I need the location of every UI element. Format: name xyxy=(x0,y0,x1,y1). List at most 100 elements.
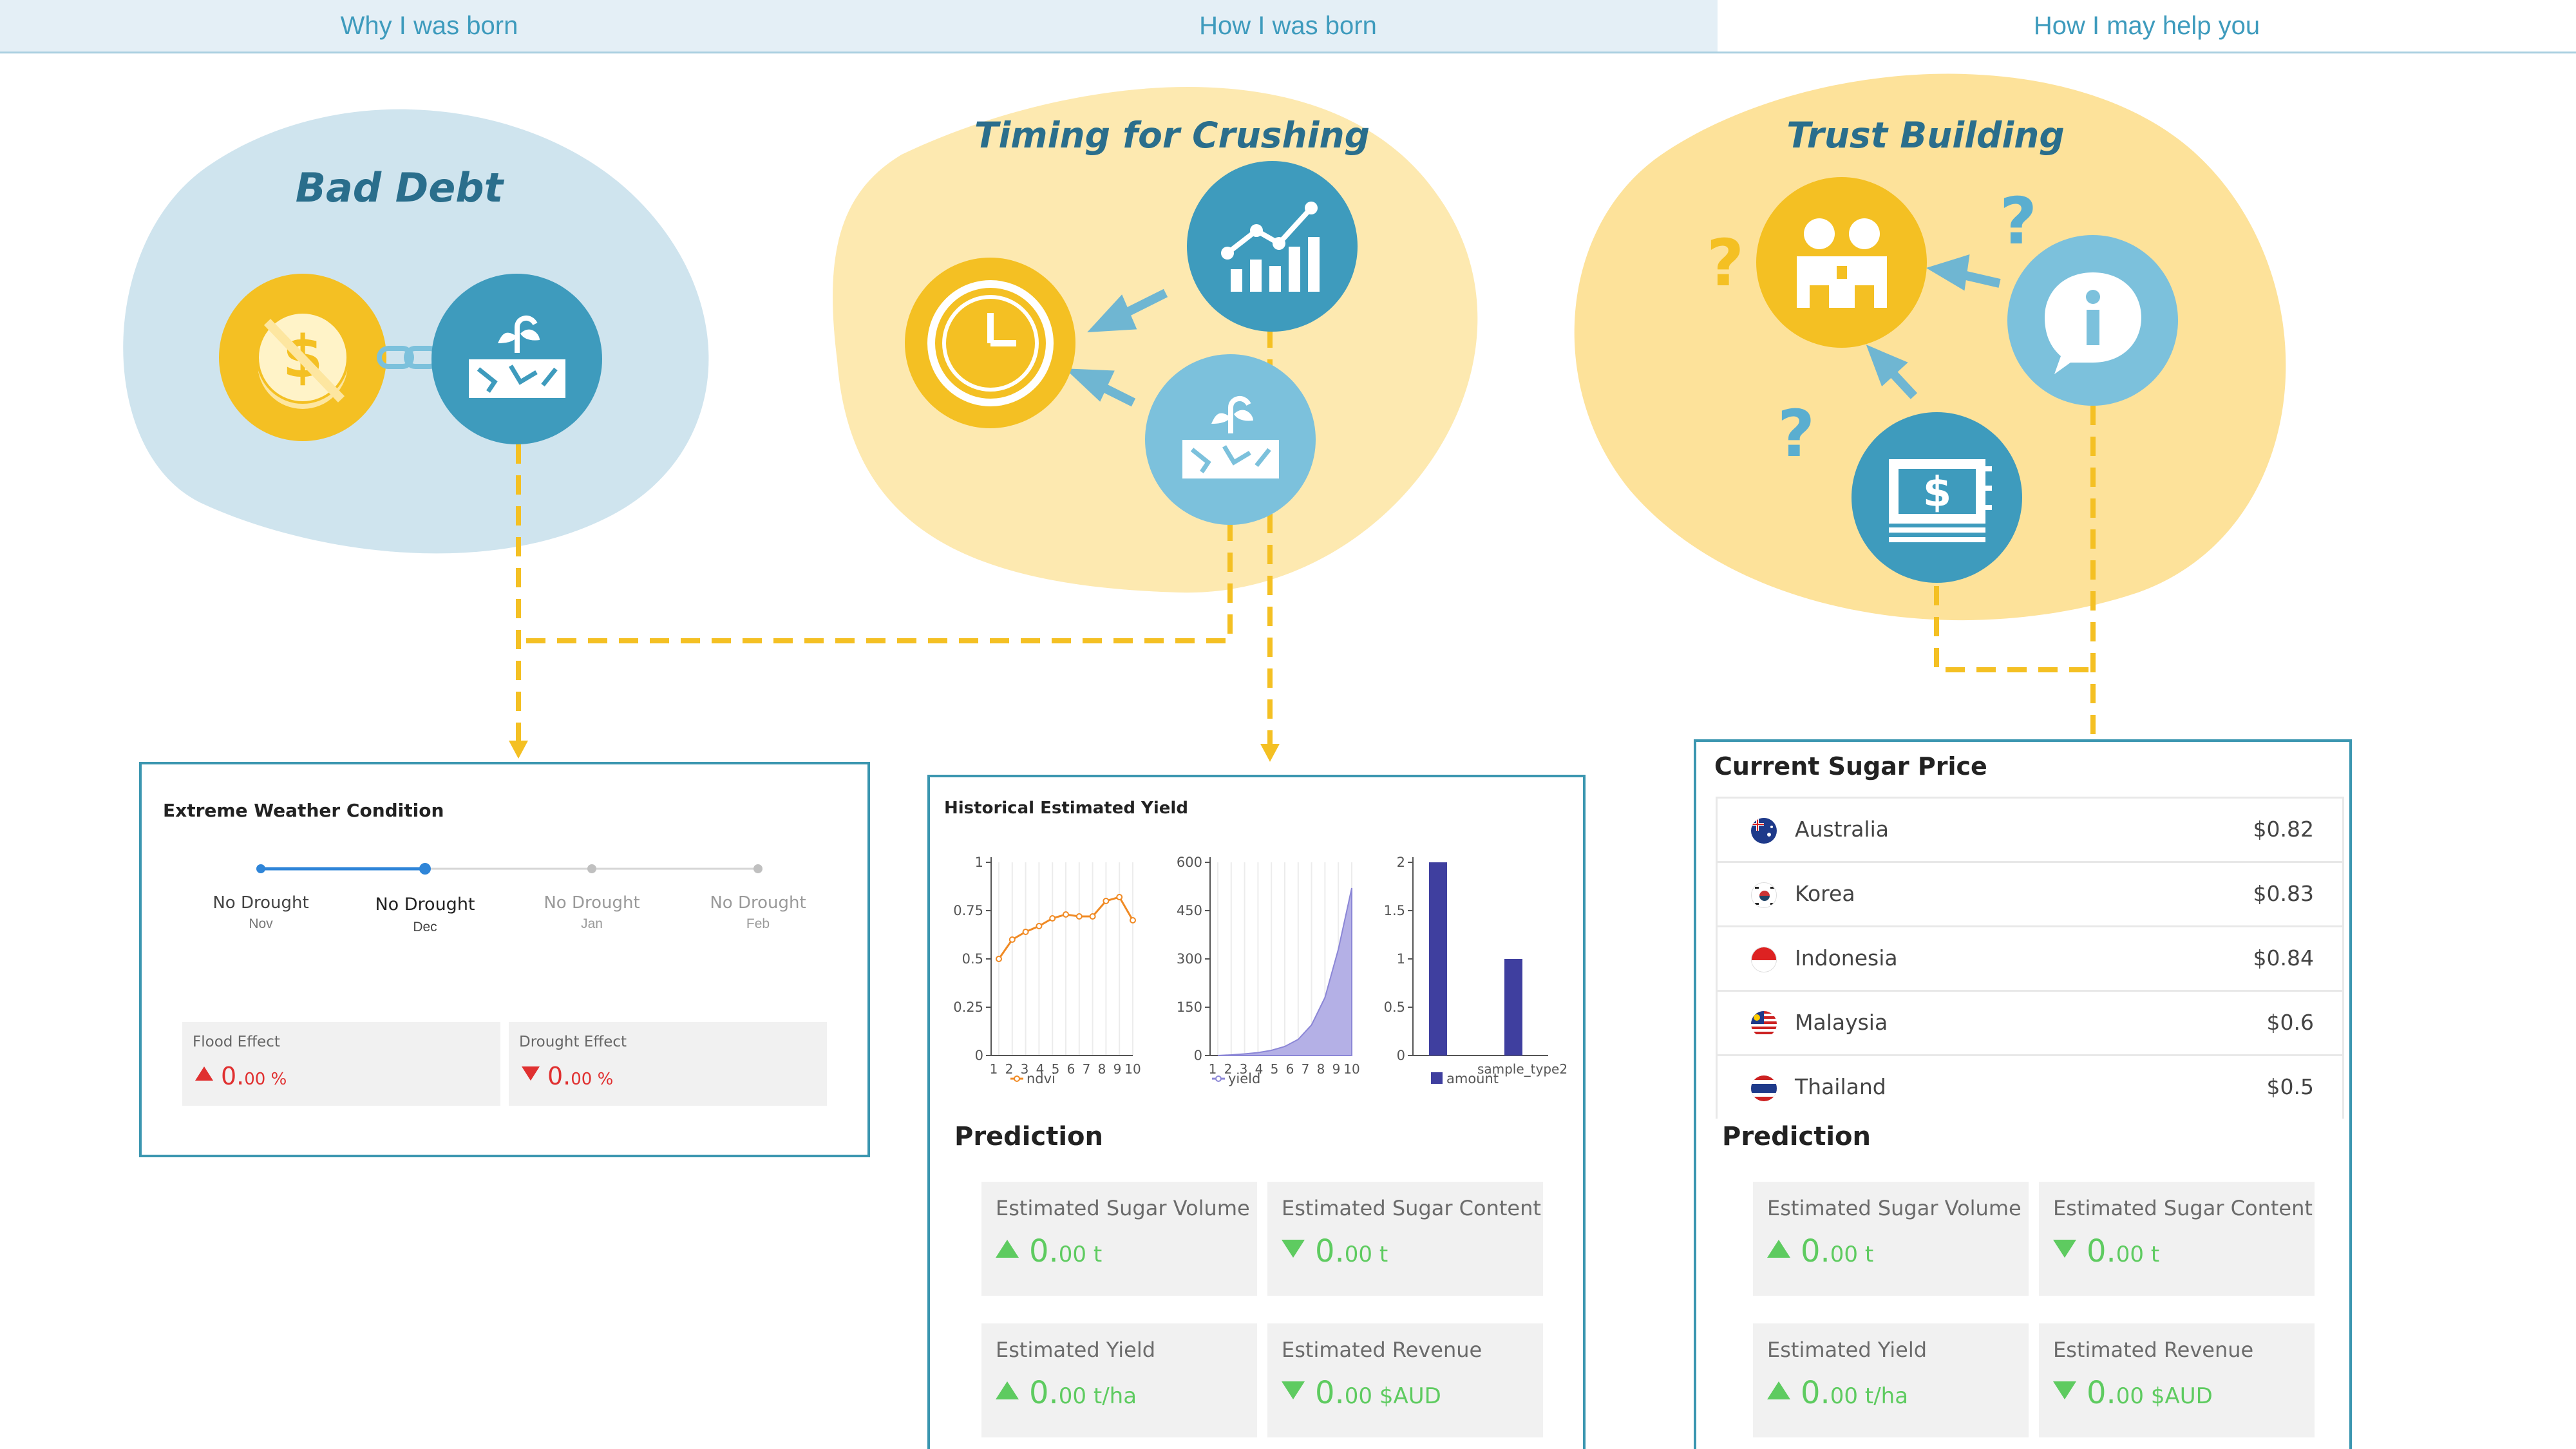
ndvi-line-chart: 10.750.50.2501 2 3 4 5 6 7 8 9 10ndvi xyxy=(953,855,1141,1086)
timeline-step-active[interactable]: No Drought Dec xyxy=(361,895,489,935)
price-list[interactable]: Australia $0.82 Korea $0.83 Indonesia $0… xyxy=(1716,797,2344,1119)
estimated-yield-card: Estimated Yield 0.00 t/ha xyxy=(981,1323,1257,1437)
decrease-arrow-icon xyxy=(1282,1381,1305,1399)
increase-arrow-icon xyxy=(1767,1381,1790,1399)
y-tick-label: 0 xyxy=(1397,1048,1405,1063)
decrease-arrow-icon xyxy=(2053,1381,2076,1399)
timeline-status: No Drought xyxy=(710,893,806,913)
x-tick-label: 7 xyxy=(1302,1061,1310,1077)
x-tick-label: 8 xyxy=(1317,1061,1325,1077)
x-tick-label: 2 xyxy=(1005,1061,1014,1077)
x-tick-label: 9 xyxy=(1113,1061,1122,1077)
sugar-price-panel: Current Sugar Price Australia $0.82 Kore… xyxy=(1694,739,2352,1449)
card-value: 0.00 t xyxy=(2053,1233,2159,1269)
australia-flag-icon xyxy=(1751,818,1777,844)
value-unit: 00 t/ha xyxy=(1058,1383,1137,1409)
value-unit: 00 % xyxy=(244,1070,287,1089)
value-number: 0. xyxy=(1029,1233,1059,1269)
card-label: Estimated Yield xyxy=(996,1338,1156,1362)
prediction-title: Prediction xyxy=(1722,1122,1871,1151)
timeline-status: No Drought xyxy=(375,895,475,914)
ndvi-data-point xyxy=(1103,898,1110,904)
increase-arrow-icon xyxy=(1767,1240,1790,1258)
ndvi-data-point xyxy=(1022,929,1029,935)
malaysia-flag-icon xyxy=(1751,1011,1777,1037)
y-tick-label: 1 xyxy=(975,855,983,870)
drought-timeline xyxy=(256,863,762,875)
ndvi-data-point xyxy=(1089,913,1096,920)
country-name: Thailand xyxy=(1795,1074,1886,1099)
drought-effect-value: 0.00 % xyxy=(522,1062,613,1090)
question-mark-icon: ? xyxy=(2000,184,2038,259)
timeline-month: Jan xyxy=(581,916,603,931)
legend-swatch xyxy=(1431,1072,1443,1084)
card-label: Estimated Sugar Volume xyxy=(1767,1196,2022,1220)
y-tick-label: 0.5 xyxy=(1384,999,1405,1015)
x-tick-label: 9 xyxy=(1332,1061,1341,1077)
estimated-revenue-card: Estimated Revenue 0.00 $AUD xyxy=(2039,1323,2315,1437)
increase-arrow-icon xyxy=(996,1240,1019,1258)
ndvi-data-point xyxy=(1009,936,1016,943)
price-row-thailand[interactable]: Thailand $0.5 xyxy=(1718,1056,2342,1119)
card-label: Estimated Sugar Content xyxy=(1282,1196,1541,1220)
timeline-step[interactable]: No Drought Feb xyxy=(694,893,822,932)
x-tick-label: 6 xyxy=(1286,1061,1294,1077)
country-name: Malaysia xyxy=(1795,1010,1888,1035)
card-label: Estimated Sugar Volume xyxy=(996,1196,1250,1220)
timeline-month: Nov xyxy=(249,916,273,931)
ndvi-data-point xyxy=(1049,915,1056,922)
korea-flag-icon xyxy=(1751,882,1777,908)
price-row-malaysia[interactable]: Malaysia $0.6 xyxy=(1718,992,2342,1056)
increase-arrow-icon xyxy=(996,1381,1019,1399)
growth-chart-icon xyxy=(1187,161,1358,332)
legend-label: ndvi xyxy=(1027,1071,1056,1086)
value-number: 0. xyxy=(1315,1233,1345,1269)
yield-area-chart: 60045030015001 2 3 4 5 6 7 8 9 10yield xyxy=(1177,855,1360,1086)
people-icon xyxy=(1756,177,1927,348)
x-tick-label: 5 xyxy=(1271,1061,1279,1077)
estimated-sugar-volume-card: Estimated Sugar Volume 0.00 t xyxy=(1753,1182,2029,1296)
value-number: 0. xyxy=(2087,1375,2116,1411)
historical-yield-panel: Historical Estimated Yield 1 0.75 0.5 0.25 0… xyxy=(927,775,1586,1449)
timeline-month: Feb xyxy=(746,916,770,931)
price-value: $0.6 xyxy=(2266,1010,2314,1035)
amount-bar xyxy=(1429,862,1447,1056)
clock-icon xyxy=(905,258,1075,428)
price-row-australia[interactable]: Australia $0.82 xyxy=(1718,799,2342,863)
y-tick-label: 2 xyxy=(1397,855,1405,870)
y-tick-label: 450 xyxy=(1177,903,1202,918)
arrowhead-down-icon xyxy=(1260,744,1280,762)
value-unit: 00 t xyxy=(1344,1242,1388,1267)
card-label: Estimated Sugar Content xyxy=(2053,1196,2313,1220)
card-value: 0.00 $AUD xyxy=(2053,1375,2213,1411)
no-money-coin-icon: $ xyxy=(219,274,386,441)
amount-bar xyxy=(1504,959,1522,1056)
value-number: 0. xyxy=(1801,1233,1830,1269)
y-tick-label: 0.75 xyxy=(953,903,983,918)
price-value: $0.83 xyxy=(2253,881,2314,906)
ndvi-data-point xyxy=(1130,917,1136,923)
legend-marker xyxy=(1014,1075,1020,1082)
x-tick-label: 8 xyxy=(1098,1061,1106,1077)
value-number: 0. xyxy=(1315,1375,1345,1411)
decrease-arrow-icon xyxy=(1282,1240,1305,1258)
price-row-korea[interactable]: Korea $0.83 xyxy=(1718,863,2342,927)
value-number: 0. xyxy=(221,1062,245,1090)
extreme-weather-panel: Extreme Weather Condition No Drought Nov… xyxy=(139,762,870,1157)
card-value: 0.00 t xyxy=(1282,1233,1388,1269)
amount-bar-chart: 21.510.50sample_type2amount xyxy=(1384,855,1567,1086)
trust-title: Trust Building xyxy=(1786,115,2065,156)
timeline-step[interactable]: No Drought Nov xyxy=(196,893,325,932)
price-row-indonesia[interactable]: Indonesia $0.84 xyxy=(1718,927,2342,992)
estimated-revenue-card: Estimated Revenue 0.00 $AUD xyxy=(1267,1323,1543,1437)
ndvi-data-point xyxy=(996,956,1002,962)
flood-effect-value: 0.00 % xyxy=(195,1062,287,1090)
timeline-step[interactable]: No Drought Jan xyxy=(527,893,656,932)
x-tick-label: 1 xyxy=(1209,1061,1217,1077)
value-number: 0. xyxy=(547,1062,571,1090)
estimated-sugar-content-card: Estimated Sugar Content 0.00 t xyxy=(1267,1182,1543,1296)
value-number: 0. xyxy=(2087,1233,2116,1269)
y-tick-label: 0.5 xyxy=(962,951,983,967)
timing-title: Timing for Crushing xyxy=(974,115,1370,156)
price-value: $0.5 xyxy=(2266,1074,2314,1099)
